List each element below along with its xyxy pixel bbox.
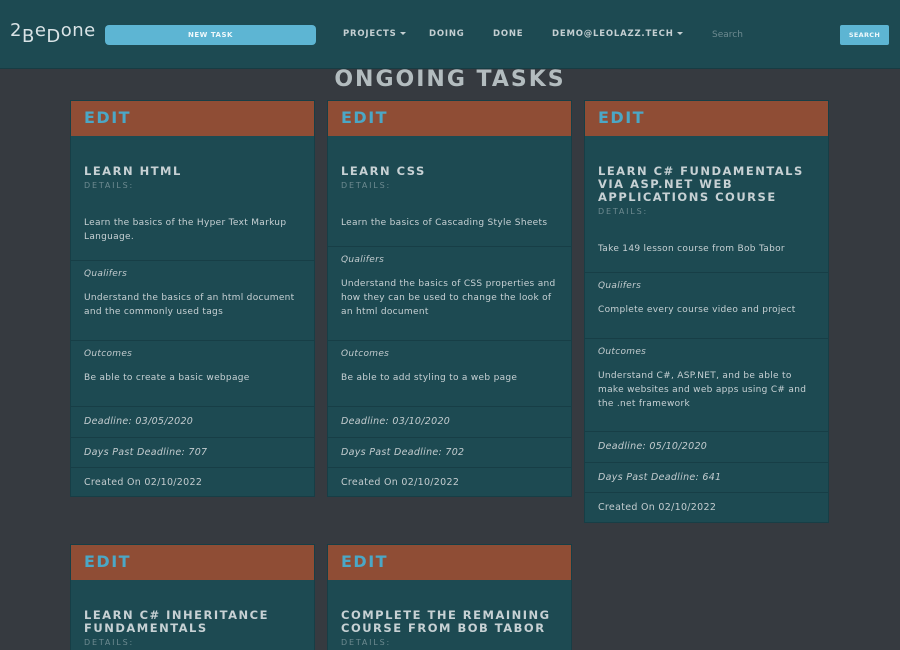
qualifiers-text: Understand the basics of an html documen… (84, 293, 295, 317)
edit-button[interactable]: EDIT (328, 101, 571, 136)
created-on-text: Created On 02/10/2022 (598, 502, 717, 513)
deadline-text: Deadline: 03/05/2020 (84, 416, 194, 427)
deadline-row: Deadline: 03/05/2020 (71, 406, 314, 437)
task-name: LEARN CSS (341, 164, 426, 178)
logo-char: one (60, 20, 96, 41)
caret-down-icon (676, 32, 683, 35)
created-on-text: Created On 02/10/2022 (84, 477, 203, 488)
qualifiers-section: Qualifers Understand the basics of CSS p… (328, 246, 571, 340)
task-name: LEARN C# FUNDAMENTALS VIA ASP.NET WEB AP… (598, 164, 804, 204)
task-header: LEARN C# INHERITANCE FUNDAMENTALS DETAIL… (71, 580, 314, 648)
details-label: DETAILS: (84, 638, 134, 647)
deadline-text: Deadline: 03/10/2020 (341, 416, 451, 427)
qualifiers-label: Qualifers (598, 281, 642, 291)
nav-doing-link[interactable]: DOING (429, 29, 465, 39)
task-details: Learn the basics of Cascading Style Shee… (341, 218, 548, 228)
details-label: DETAILS: (341, 181, 391, 190)
days-past-row: Days Past Deadline: 707 (71, 437, 314, 467)
qualifiers-label: Qualifers (341, 255, 385, 265)
outcomes-label: Outcomes (341, 349, 390, 359)
qualifiers-text: Understand the basics of CSS properties … (341, 279, 556, 317)
qualifiers-section: Qualifers Understand the basics of an ht… (71, 260, 314, 340)
edit-button[interactable]: EDIT (71, 545, 314, 580)
days-past-deadline-text: Days Past Deadline: 702 (341, 447, 465, 458)
edit-button[interactable]: EDIT (328, 545, 571, 580)
task-card: EDIT LEARN C# FUNDAMENTALS VIA ASP.NET W… (584, 100, 829, 523)
new-task-button[interactable]: NEW TASK (105, 25, 316, 45)
outcomes-text: Be able to add styling to a web page (341, 373, 518, 383)
nav-projects-label: PROJECTS (343, 29, 397, 39)
outcomes-section: Outcomes Understand C#, ASP.NET, and be … (585, 338, 828, 431)
search-button[interactable]: SEARCH (840, 25, 889, 45)
task-name: LEARN HTML (84, 164, 182, 178)
outcomes-section: Outcomes Be able to create a basic webpa… (71, 340, 314, 406)
days-past-row: Days Past Deadline: 641 (585, 462, 828, 492)
task-card: EDIT LEARN CSS DETAILS: Learn the basics… (327, 100, 572, 497)
qualifiers-section: Qualifers Complete every course video an… (585, 272, 828, 338)
outcomes-label: Outcomes (598, 347, 647, 357)
outcomes-text: Be able to create a basic webpage (84, 373, 250, 383)
created-on-text: Created On 02/10/2022 (341, 477, 460, 488)
logo-char: D (46, 26, 61, 47)
task-details: Learn the basics of the Hyper Text Marku… (84, 218, 287, 242)
nav-projects-dropdown[interactable]: PROJECTS (343, 29, 406, 39)
task-header: COMPLETE THE REMAINING COURSE FROM BOB T… (328, 580, 571, 648)
created-row: Created On 02/10/2022 (585, 492, 828, 522)
search-input[interactable] (704, 26, 832, 44)
deadline-text: Deadline: 05/10/2020 (598, 441, 708, 452)
task-card: EDIT COMPLETE THE REMAINING COURSE FROM … (327, 544, 572, 650)
details-label: DETAILS: (341, 638, 391, 647)
caret-down-icon (399, 32, 406, 35)
task-name: COMPLETE THE REMAINING COURSE FROM BOB T… (341, 608, 551, 635)
logo-char: e (34, 20, 47, 41)
nav-done-link[interactable]: DONE (493, 29, 523, 39)
task-header: LEARN C# FUNDAMENTALS VIA ASP.NET WEB AP… (585, 136, 828, 272)
task-header: LEARN CSS DETAILS: Learn the basics of C… (328, 136, 571, 246)
task-card: EDIT LEARN HTML DETAILS: Learn the basic… (70, 100, 315, 497)
created-row: Created On 02/10/2022 (328, 467, 571, 496)
created-row: Created On 02/10/2022 (71, 467, 314, 496)
outcomes-label: Outcomes (84, 349, 133, 359)
qualifiers-label: Qualifers (84, 269, 128, 279)
deadline-row: Deadline: 03/10/2020 (328, 406, 571, 437)
task-card: EDIT LEARN C# INHERITANCE FUNDAMENTALS D… (70, 544, 315, 650)
brand-logo[interactable]: 2BeDone (10, 20, 96, 47)
days-past-deadline-text: Days Past Deadline: 707 (84, 447, 208, 458)
task-details: Take 149 lesson course from Bob Tabor (598, 244, 785, 254)
days-past-row: Days Past Deadline: 702 (328, 437, 571, 467)
navbar: 2BeDone NEW TASK PROJECTS DOING DONE DEM… (0, 0, 900, 69)
outcomes-text: Understand C#, ASP.NET, and be able to m… (598, 371, 807, 409)
edit-button[interactable]: EDIT (585, 101, 828, 136)
task-name: LEARN C# INHERITANCE FUNDAMENTALS (84, 608, 269, 635)
details-label: DETAILS: (84, 181, 134, 190)
page-title: ONGOING TASKS (334, 67, 566, 92)
task-header: LEARN HTML DETAILS: Learn the basics of … (71, 136, 314, 260)
outcomes-section: Outcomes Be able to add styling to a web… (328, 340, 571, 406)
logo-char: 2 (10, 20, 22, 41)
qualifiers-text: Complete every course video and project (598, 305, 796, 315)
logo-char: B (21, 26, 35, 47)
details-label: DETAILS: (598, 207, 648, 216)
edit-button[interactable]: EDIT (71, 101, 314, 136)
deadline-row: Deadline: 05/10/2020 (585, 431, 828, 462)
nav-user-dropdown[interactable]: DEMO@LEOLAZZ.TECH (552, 29, 683, 39)
nav-user-label: DEMO@LEOLAZZ.TECH (552, 29, 674, 39)
days-past-deadline-text: Days Past Deadline: 641 (598, 472, 722, 483)
